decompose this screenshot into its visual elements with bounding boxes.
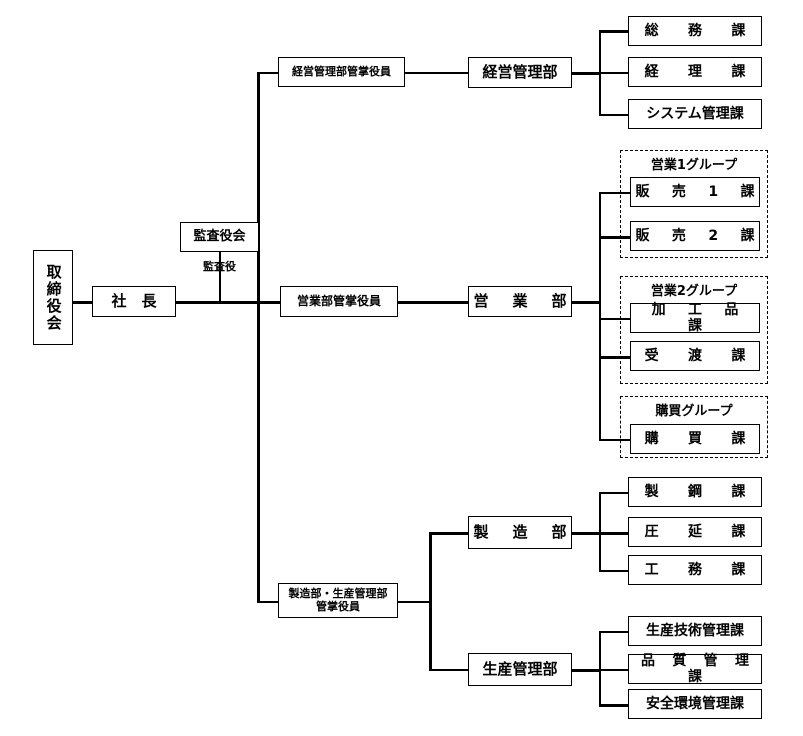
- officer-manufacturing-line2: 管掌役員: [316, 599, 360, 613]
- connector-dept-prodmgmt-branch: [572, 669, 600, 672]
- connector-board-president: [73, 301, 92, 304]
- connector-dept-admin-branch: [572, 72, 600, 75]
- node-president[interactable]: 社 長: [92, 286, 176, 317]
- node-dept-manufacturing[interactable]: 製 造 部: [468, 516, 572, 549]
- branch-prodmgmt-vertical: [599, 631, 601, 705]
- node-section-production-technology[interactable]: 生産技術管理課: [628, 616, 762, 646]
- branch-admin-to-general: [599, 30, 629, 33]
- branch-admin-to-accounting: [599, 72, 629, 74]
- node-section-system[interactable]: システム管理課: [628, 99, 762, 129]
- branch-prodmgmt-to-quality: [599, 669, 629, 671]
- node-section-engineering[interactable]: 工 務 課: [628, 555, 762, 585]
- node-section-steelmaking[interactable]: 製 鋼 課: [628, 477, 762, 507]
- org-chart: 営業1グループ 営業2グループ 購買グループ 取締役会 社 長 監査役会 監査役…: [0, 0, 803, 736]
- group-label-sales2: 営業2グループ: [650, 284, 738, 299]
- connector-dept-mfg-branch: [572, 532, 600, 535]
- branch-mfgdept-to-rolling: [599, 532, 629, 535]
- node-audit-board[interactable]: 監査役会: [180, 222, 259, 252]
- node-section-processed-goods[interactable]: 加 工 品 課: [630, 302, 760, 334]
- node-board-of-directors[interactable]: 取締役会: [33, 250, 73, 345]
- connector-trunk-officer-sales: [257, 301, 281, 304]
- group-label-sales1: 営業1グループ: [650, 158, 738, 173]
- branch-mfg-to-dept-mfg: [429, 532, 468, 535]
- node-section-sales1[interactable]: 販 売 1 課: [630, 177, 760, 207]
- node-officer-sales[interactable]: 営業部管掌役員: [280, 286, 398, 317]
- branch-sales-vertical: [599, 192, 601, 440]
- trunk-vertical: [257, 72, 260, 602]
- node-section-safety-environment[interactable]: 安全環境管理課: [628, 689, 762, 719]
- connector-officer-admin-dept: [405, 72, 468, 74]
- node-dept-production-management[interactable]: 生産管理部: [468, 653, 572, 686]
- node-section-purchasing[interactable]: 購 買 課: [630, 424, 760, 454]
- branch-mfgdept-to-engineering: [599, 570, 629, 572]
- node-section-delivery[interactable]: 受 渡 課: [630, 341, 760, 371]
- node-section-accounting[interactable]: 経 理 課: [628, 57, 762, 87]
- officer-manufacturing-line1: 製造部・生産管理部: [288, 586, 388, 600]
- connector-officer-mfg-branch: [398, 601, 431, 603]
- connector-dept-sales-branch: [572, 301, 600, 304]
- node-section-general-affairs[interactable]: 総 務 課: [628, 16, 762, 46]
- node-dept-sales[interactable]: 営 業 部: [468, 286, 572, 317]
- node-auditor-label: 監査役: [203, 260, 236, 273]
- branch-mfg-to-dept-prodmgmt: [429, 669, 468, 671]
- branch-prodmgmt-to-safety: [599, 704, 629, 707]
- branch-mfg-vertical: [429, 532, 432, 670]
- node-section-rolling[interactable]: 圧 延 課: [628, 517, 762, 547]
- node-dept-admin[interactable]: 経営管理部: [468, 57, 572, 88]
- branch-prodmgmt-to-prodtech: [599, 631, 629, 633]
- group-label-purchasing: 購買グループ: [655, 404, 733, 419]
- branch-admin-to-system: [599, 114, 629, 116]
- node-section-quality-control[interactable]: 品 質 管 理 課: [628, 653, 765, 685]
- branch-mfgdept-to-steelmaking: [599, 492, 629, 494]
- node-officer-manufacturing[interactable]: 製造部・生産管理部 管掌役員: [278, 583, 398, 618]
- node-officer-admin[interactable]: 経営管理部管掌役員: [278, 57, 405, 87]
- connector-trunk-officer-admin: [257, 72, 280, 74]
- connector-officer-sales-dept: [398, 301, 468, 304]
- node-section-sales2[interactable]: 販 売 2 課: [630, 221, 760, 251]
